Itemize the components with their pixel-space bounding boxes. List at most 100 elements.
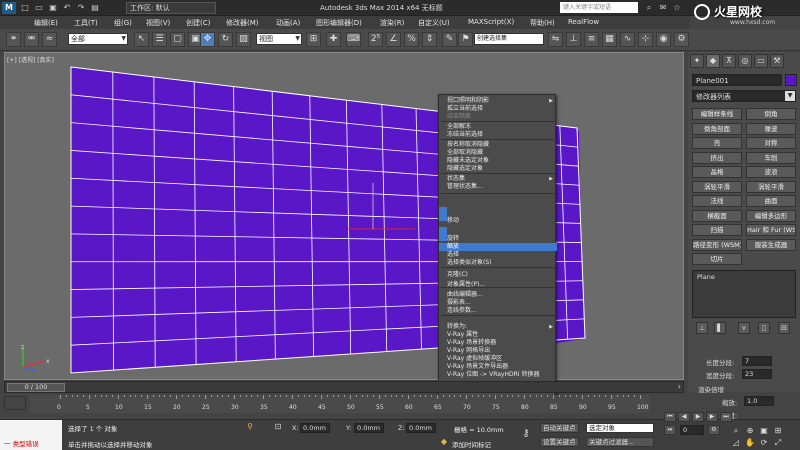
key-filters-button[interactable]: 关键点过滤器... <box>586 437 654 447</box>
modifier-stack[interactable]: Plane <box>692 270 796 318</box>
percent-snap-icon[interactable]: % <box>404 32 419 47</box>
go-to-start-icon[interactable]: ⏮ <box>664 412 676 422</box>
new-file-icon[interactable]: □ <box>20 3 30 13</box>
edit-named-selection-icon[interactable]: ✎ <box>442 32 457 47</box>
select-by-name-icon[interactable]: ☰ <box>152 32 167 47</box>
quad-menu-item[interactable]: 全部解冻 <box>439 123 557 131</box>
select-scale-icon[interactable]: ▨ <box>236 32 251 47</box>
keyboard-shortcut-override-icon[interactable]: ⌨ <box>346 32 361 47</box>
modifier-button[interactable]: 倒角剖面 <box>692 122 742 135</box>
named-selection-set-select[interactable]: 创建选择集 <box>474 33 544 45</box>
modifier-button[interactable]: 路径变形 (WSM) <box>692 238 742 251</box>
search-input[interactable]: 键入关键字或短语 <box>560 2 638 13</box>
quad-menu-item[interactable]: V-Ray 场景文件导出器 <box>439 363 557 371</box>
key-icon[interactable]: ⚷ <box>520 428 532 440</box>
modifier-list-select[interactable]: 修改器列表 ▼ <box>692 90 796 102</box>
modifier-button[interactable]: 挤出 <box>692 151 742 164</box>
auto-key-button[interactable]: 自动关键点 <box>540 423 579 433</box>
modifier-button[interactable]: Hair 和 Fur (WSM) <box>746 224 796 236</box>
perspective-viewport[interactable]: [+] [透视] [真实] x z <box>4 52 684 380</box>
track-bar[interactable]: 0 5 10 15 20 25 30 35 40 45 50 55 60 65 70 75 80 85 90 95 10… <box>30 395 650 413</box>
mirror-icon[interactable]: ⇋ <box>548 32 563 47</box>
modifier-button[interactable]: 晶格 <box>692 166 742 178</box>
set-key-button[interactable]: 设置关键点 <box>540 437 579 447</box>
selection-filter-select[interactable]: 全部 ▼ <box>68 33 128 45</box>
schematic-view-icon[interactable]: ⊹ <box>638 32 653 47</box>
spinner-snap-icon[interactable]: ⇕ <box>422 32 437 47</box>
menu-help[interactable]: 帮助(H) <box>530 18 555 28</box>
quad-menu-item[interactable]: V-Ray 网格导出 <box>439 347 557 355</box>
rect-selection-icon[interactable]: ▢ <box>170 32 185 47</box>
menu-group[interactable]: 组(G) <box>114 18 132 28</box>
quad-menu-item[interactable]: 冻结当前选择 <box>439 131 557 139</box>
hierarchy-tab-icon[interactable]: ⊼ <box>722 54 736 68</box>
modifier-button[interactable]: 涡轮平滑 <box>692 180 742 193</box>
modifier-button[interactable]: 涡轮平滑 <box>746 180 796 193</box>
align-icon[interactable]: ⊥ <box>566 32 581 47</box>
lock-selection-icon[interactable]: ⚲ <box>244 421 256 433</box>
modify-tab-icon[interactable]: ◆ <box>706 54 720 68</box>
modifier-button[interactable]: 编辑多边形 <box>746 209 796 222</box>
maxscript-listener[interactable]: 一 类型错误 <box>0 420 62 450</box>
quad-menu-item[interactable]: 按名称取消隐藏 <box>439 141 557 149</box>
quad-menu-item[interactable]: 选择 <box>439 251 557 259</box>
snaps-toggle-icon[interactable]: 2⁵ <box>368 32 383 47</box>
quad-menu-item[interactable]: 视口照明和阴影 ▶ <box>439 97 557 105</box>
quad-menu-item[interactable]: 转换为: ▶ <box>439 323 557 331</box>
select-link-icon[interactable]: ⚭ <box>6 32 21 47</box>
modifier-button[interactable]: 噪波 <box>746 122 796 135</box>
menu-customize[interactable]: 自定义(U) <box>418 18 450 28</box>
modifier-button[interactable]: 法线 <box>692 195 742 207</box>
open-file-icon[interactable]: ▭ <box>34 3 44 13</box>
select-rotate-icon[interactable]: ↻ <box>218 32 233 47</box>
object-name-field[interactable]: Plane001 <box>692 74 782 86</box>
quad-menu-item[interactable]: 旋转 <box>439 235 557 243</box>
field-of-view-icon[interactable]: ◿ <box>730 437 742 449</box>
menu-tools[interactable]: 工具(T) <box>74 18 98 28</box>
length-segs-spinner[interactable]: 7 <box>742 356 772 366</box>
stack-item-plane[interactable]: Plane <box>697 273 715 281</box>
motion-tab-icon[interactable]: ◎ <box>738 54 752 68</box>
current-frame-field[interactable]: 0 <box>680 425 704 435</box>
previous-frame-icon[interactable]: ◀ <box>678 412 690 422</box>
time-config-icon[interactable]: ⚙ <box>708 425 720 435</box>
menu-views[interactable]: 视图(V) <box>146 18 170 28</box>
zoom-all-icon[interactable]: ⊕ <box>744 425 756 437</box>
go-to-end-icon[interactable]: ⏭ <box>720 412 732 422</box>
quad-menu-item[interactable]: 曲线编辑器... <box>439 291 557 299</box>
angle-snap-icon[interactable]: ∠ <box>386 32 401 47</box>
modifier-button[interactable]: 壳 <box>692 137 742 149</box>
zoom-extents-all-icon[interactable]: ⊞ <box>772 425 784 437</box>
quad-menu-item[interactable]: 移动 <box>439 217 557 225</box>
modifier-button[interactable]: 扫描 <box>692 224 742 236</box>
reference-coord-select[interactable]: 视图 ▼ <box>256 33 302 45</box>
modifier-button[interactable]: 对称 <box>746 137 796 149</box>
named-selection-icon[interactable]: ⚑ <box>458 32 473 47</box>
redo-icon[interactable]: ↷ <box>76 3 86 13</box>
render-setup-icon[interactable]: ⚙ <box>674 32 689 47</box>
quad-menu-item[interactable]: 孤立当前选择 <box>439 105 557 113</box>
display-tab-icon[interactable]: ▭ <box>754 54 768 68</box>
undo-icon[interactable]: ↶ <box>62 3 72 13</box>
add-time-tag-icon[interactable]: ◆ <box>438 436 450 448</box>
select-manipulate-icon[interactable]: ✚ <box>326 32 341 47</box>
menu-maxscript[interactable]: MAXScript(X) <box>468 18 514 26</box>
quad-menu-item[interactable]: 连线参数... <box>439 307 557 315</box>
app-menu-icon[interactable]: M <box>2 2 16 14</box>
width-segs-spinner[interactable]: 23 <box>742 369 772 379</box>
make-unique-icon[interactable]: ⋎ <box>738 322 750 334</box>
x-coord-field[interactable]: 0.0mm <box>300 423 330 433</box>
key-mode-icon[interactable]: ⏯ <box>664 425 676 435</box>
add-time-tag-button[interactable]: 添加时间标记 <box>452 439 491 449</box>
menu-graph-editors[interactable]: 图形编辑器(D) <box>316 18 362 28</box>
curve-editor-icon[interactable]: ∿ <box>620 32 635 47</box>
save-file-icon[interactable]: ▣ <box>48 3 58 13</box>
graphite-tools-icon[interactable]: ▦ <box>602 32 617 47</box>
quad-menu-item[interactable]: 隐藏选定对象 <box>439 165 557 173</box>
plane-mesh[interactable] <box>5 53 685 381</box>
quad-menu-item[interactable]: 克隆(C) <box>439 271 557 279</box>
play-icon[interactable]: ▶ <box>692 412 704 422</box>
pivot-center-icon[interactable]: ⊞ <box>306 32 321 47</box>
modifier-button[interactable]: 曲面 <box>746 195 796 207</box>
zoom-icon[interactable]: ⌕ <box>730 425 742 437</box>
